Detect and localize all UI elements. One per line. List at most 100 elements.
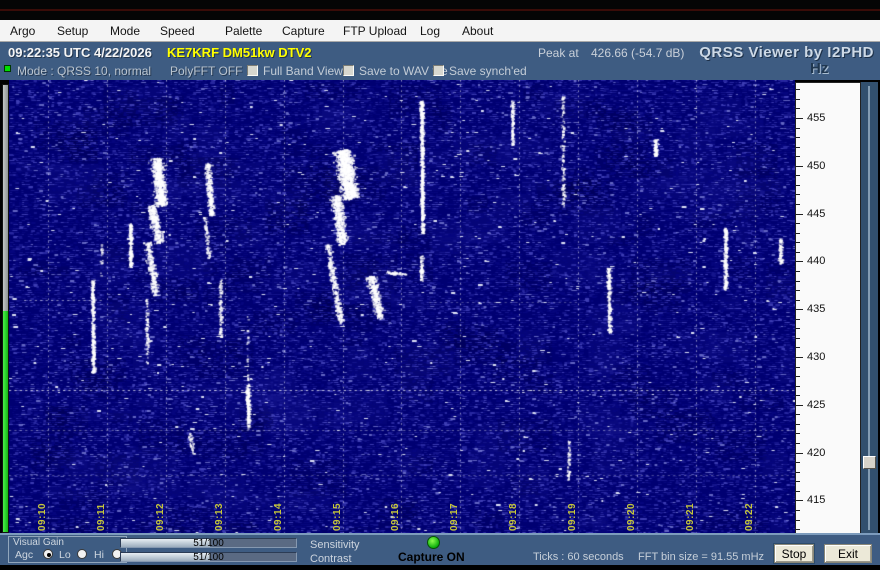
minor-tick [796, 424, 800, 425]
frequency-tick-label: 420 [807, 447, 825, 459]
minor-tick [796, 185, 800, 186]
minor-tick [796, 156, 800, 157]
minor-tick [796, 481, 800, 482]
minor-tick [796, 271, 800, 272]
major-tick [796, 405, 803, 406]
gain-radio-agc[interactable] [43, 549, 53, 559]
minor-tick [796, 290, 800, 291]
menu-item-setup[interactable]: Setup [57, 24, 88, 38]
checkbox-box-icon[interactable] [247, 65, 258, 76]
visual-gain-label: Visual Gain [13, 537, 64, 548]
menu-item-about[interactable]: About [462, 24, 493, 38]
contrast-value: 51/100 [121, 552, 296, 563]
time-axis-label: 09:13 [214, 503, 225, 531]
minor-tick [796, 175, 800, 176]
minor-tick [796, 376, 800, 377]
minor-tick [796, 233, 800, 234]
fft-bin-info: FFT bin size = 91.55 mHz [638, 551, 764, 563]
waterfall-display[interactable] [9, 80, 795, 533]
minor-tick [796, 510, 800, 511]
peak-label: Peak at [538, 46, 579, 60]
control-panel: Visual Gain AgcLoHi 51/100 51/100 Sensit… [0, 533, 880, 565]
slider-thumb[interactable] [863, 456, 876, 469]
utc-clock: 09:22:35 UTC 4/22/2026 [8, 45, 152, 60]
status-led-icon [4, 65, 11, 72]
major-tick [796, 261, 803, 262]
minor-tick [796, 223, 800, 224]
capture-led-icon [427, 536, 440, 549]
minor-tick [796, 89, 800, 90]
minor-tick [796, 128, 800, 129]
time-axis-label: 09:18 [508, 503, 519, 531]
frequency-scale: 455450445440435430425420415 [795, 82, 861, 536]
menu-item-capture[interactable]: Capture [282, 24, 325, 38]
minor-tick [796, 433, 800, 434]
time-axis-label: 09:22 [744, 503, 755, 531]
stop-button[interactable]: Stop [774, 544, 814, 563]
desktop-accent-line [0, 9, 880, 11]
frequency-tick-label: 450 [807, 160, 825, 172]
frequency-tick-label: 430 [807, 351, 825, 363]
polyfft-status[interactable]: PolyFFT OFF [170, 64, 242, 78]
minor-tick [796, 147, 800, 148]
gain-option-label: Agc [15, 549, 33, 561]
minor-tick [796, 338, 800, 339]
major-tick [796, 214, 803, 215]
minor-tick [796, 99, 800, 100]
frequency-tick-label: 455 [807, 112, 825, 124]
argo-window: Argo Setup Mode Speed Palette Capture FTP Uplo… [0, 0, 880, 570]
time-axis-label: 09:20 [626, 503, 637, 531]
station-id: KE7KRF DM51kw DTV2 [167, 45, 311, 60]
frequency-tick-label: 445 [807, 208, 825, 220]
major-tick [796, 118, 803, 119]
time-axis-label: 09:12 [155, 503, 166, 531]
minor-tick [796, 462, 800, 463]
minor-tick [796, 520, 800, 521]
menu-item-log[interactable]: Log [420, 24, 440, 38]
minor-tick [796, 194, 800, 195]
gain-radio-lo[interactable] [77, 549, 87, 559]
frequency-tick-label: 440 [807, 255, 825, 267]
gain-option-label: Lo [59, 549, 71, 561]
major-tick [796, 357, 803, 358]
checkbox-box-icon[interactable] [343, 65, 354, 76]
minor-tick [796, 281, 800, 282]
checkbox-label: Full Band View [263, 64, 343, 78]
minor-tick [796, 491, 800, 492]
frequency-tick-label: 435 [807, 303, 825, 315]
minor-tick [796, 347, 800, 348]
frequency-tick-label: 415 [807, 494, 825, 506]
desktop-background [0, 0, 880, 20]
peak-value: 426.66 (-54.7 dB) [591, 46, 684, 60]
minor-tick [796, 328, 800, 329]
time-axis-label: 09:19 [567, 503, 578, 531]
gain-radio-row: AgcLoHi [13, 548, 125, 562]
menu-item-mode[interactable]: Mode [110, 24, 140, 38]
time-axis-label: 09:10 [37, 503, 48, 531]
exit-button[interactable]: Exit [824, 544, 872, 563]
minor-tick [796, 204, 800, 205]
contrast-slider[interactable]: 51/100 [120, 552, 297, 562]
minor-tick [796, 414, 800, 415]
menu-item-speed[interactable]: Speed [160, 24, 195, 38]
sensitivity-slider[interactable]: 51/100 [120, 538, 297, 548]
menu-item-ftp-upload[interactable]: FTP Upload [343, 24, 407, 38]
major-tick [796, 166, 803, 167]
menu-item-palette[interactable]: Palette [225, 24, 262, 38]
checkbox-box-icon[interactable] [433, 65, 444, 76]
visual-gain-group: Visual Gain AgcLoHi [8, 536, 127, 563]
minor-tick [796, 252, 800, 253]
menu-item-argo[interactable]: Argo [10, 24, 35, 38]
main-area: 455450445440435430425420415 09:1009:1109… [0, 80, 880, 533]
level-meter [2, 84, 9, 533]
frequency-slider[interactable] [861, 82, 878, 536]
level-meter-lower [3, 311, 8, 532]
app-title: QRSS Viewer by I2PHD [699, 44, 874, 61]
minor-tick [796, 242, 800, 243]
level-meter-upper [3, 85, 8, 311]
mode-status: Mode : QRSS 10, normal [17, 64, 151, 78]
capture-status: Capture ON [398, 550, 465, 564]
minor-tick [796, 386, 800, 387]
minor-tick [796, 108, 800, 109]
sensitivity-value: 51/100 [121, 538, 296, 549]
